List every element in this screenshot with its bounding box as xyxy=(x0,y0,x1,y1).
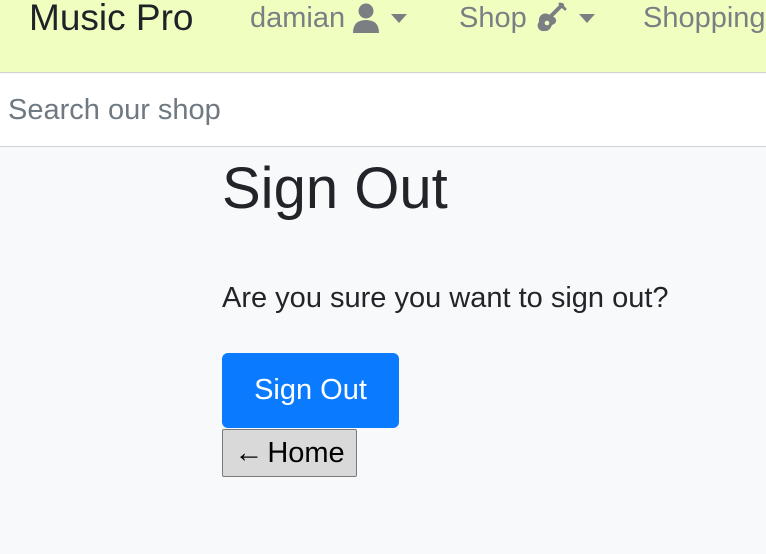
arrow-left-icon: ← xyxy=(234,436,264,469)
home-button-label: Home xyxy=(267,436,345,469)
search-bar xyxy=(0,74,766,147)
sign-out-button[interactable]: Sign Out xyxy=(222,353,399,428)
guitar-icon xyxy=(535,2,567,34)
shop-menu-label: Shop xyxy=(459,1,527,34)
brand-link[interactable]: Music Pro xyxy=(29,0,193,38)
user-menu-toggle[interactable]: damian xyxy=(250,0,408,36)
chevron-down-icon xyxy=(578,13,595,23)
shop-menu-toggle[interactable]: Shop xyxy=(459,0,595,36)
user-menu-label: damian xyxy=(250,1,346,34)
page-title: Sign Out xyxy=(222,156,448,221)
search-input[interactable] xyxy=(0,74,766,146)
home-button[interactable]: ← Home xyxy=(222,429,357,477)
user-icon xyxy=(353,3,380,33)
shopping-cart-link[interactable]: Shopping xyxy=(643,0,766,36)
sign-out-prompt: Are you sure you want to sign out? xyxy=(222,282,669,314)
chevron-down-icon xyxy=(391,13,408,23)
top-navbar: Music Pro damian Shop Shopping xyxy=(0,0,766,73)
